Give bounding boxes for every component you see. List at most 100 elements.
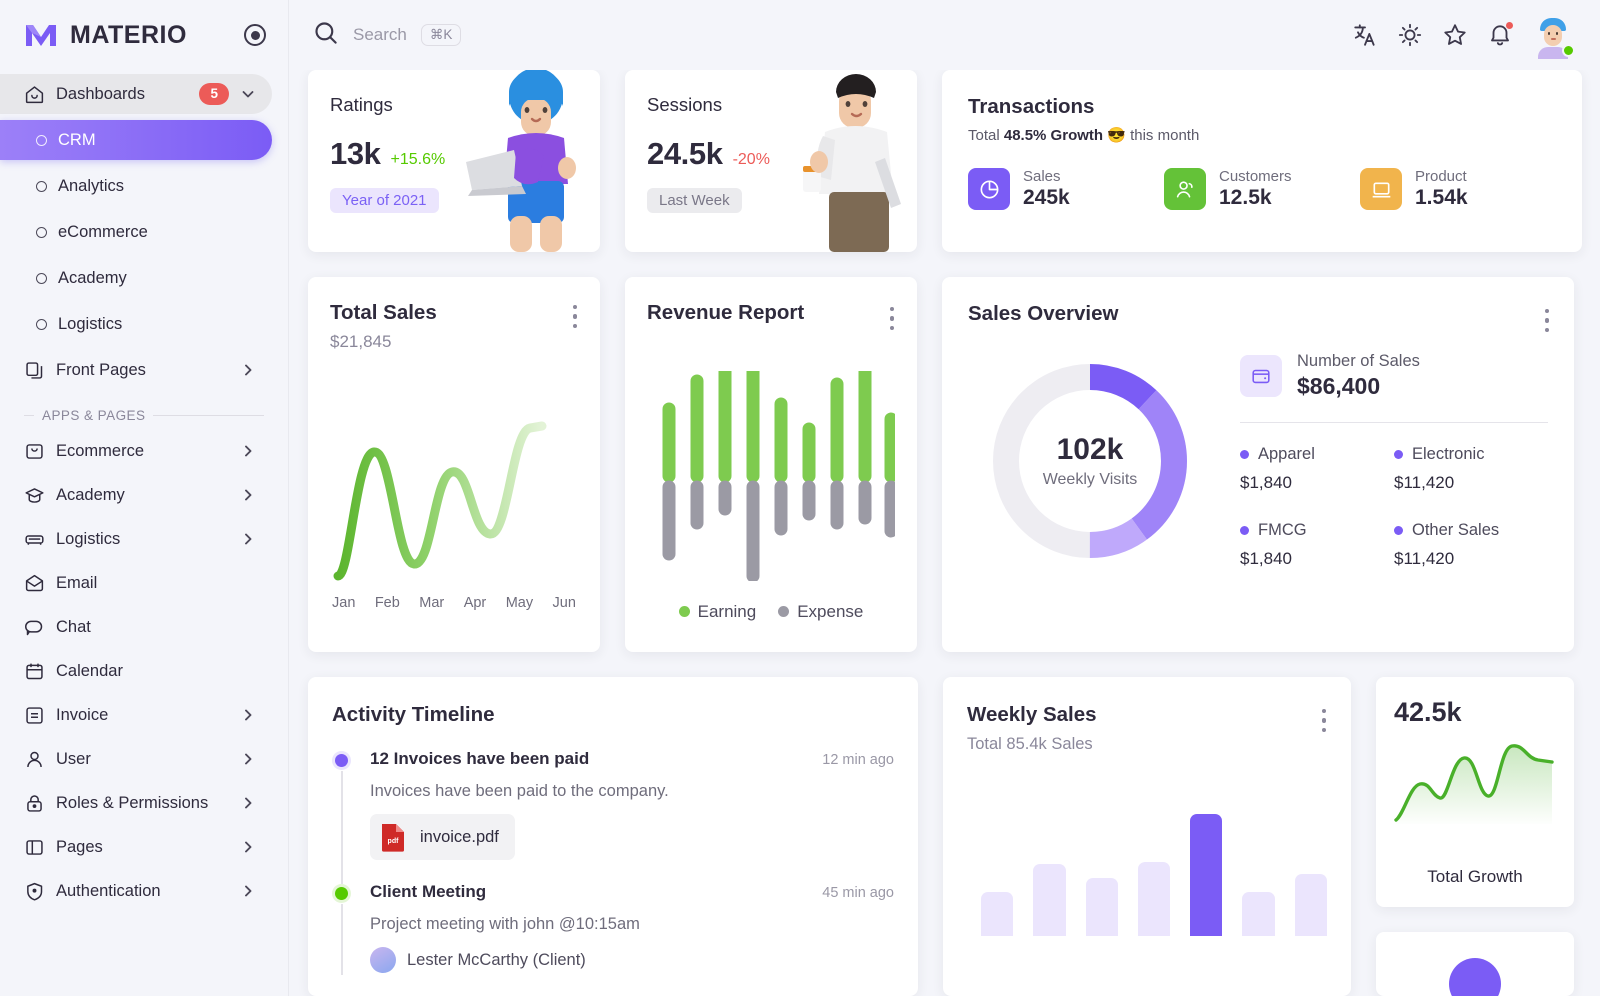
sidebar-item-invoice[interactable]: Invoice: [0, 695, 272, 735]
bullet-icon: [36, 318, 47, 330]
bullet-icon: [36, 272, 47, 284]
sidebar-item-label: Logistics: [56, 529, 121, 548]
user-icon: [24, 749, 45, 770]
chevron-down-icon[interactable]: [240, 86, 256, 102]
avatar[interactable]: [1532, 14, 1575, 59]
sidebar-item-user[interactable]: User: [0, 739, 272, 779]
more-vertical-icon[interactable]: [573, 305, 578, 333]
bar: [1294, 874, 1327, 936]
chevron-right-icon[interactable]: [240, 883, 256, 899]
transaction-label: Product: [1415, 168, 1467, 185]
sidebar-item-front-pages[interactable]: Front Pages: [0, 350, 272, 390]
dashboards-badge: 5: [199, 83, 229, 105]
number-of-sales-label: Number of Sales: [1297, 352, 1420, 370]
row-timeline-sales: Activity Timeline 12 Invoices have been …: [308, 677, 1574, 996]
chevron-right-icon[interactable]: [240, 443, 256, 459]
sidebar-item-academy-dash[interactable]: Academy: [0, 258, 272, 298]
breakdown-label-row: Apparel: [1240, 445, 1394, 464]
mail-icon: [24, 573, 45, 594]
sidebar-item-calendar[interactable]: Calendar: [0, 651, 272, 691]
revenue-report-bar-chart: [647, 342, 898, 586]
sidebar-item-logistics-dash[interactable]: Logistics: [0, 304, 272, 344]
bell-icon[interactable]: [1487, 21, 1514, 48]
legend-label: Earning: [697, 602, 757, 621]
sidebar-item-label: Authentication: [56, 881, 161, 900]
sessions-chip: Last Week: [647, 188, 742, 213]
sidebar-item-label: Academy: [56, 485, 125, 504]
sidebar-item-roles-permissions[interactable]: Roles & Permissions: [0, 783, 272, 823]
sidebar-item-crm[interactable]: CRM: [0, 120, 272, 160]
pin-sidebar-icon[interactable]: [244, 24, 266, 46]
sidebar-item-chat[interactable]: Chat: [0, 607, 272, 647]
sidebar-item-label: Front Pages: [56, 360, 146, 379]
attachment-name: invoice.pdf: [420, 827, 499, 846]
laptop-icon: [1360, 168, 1402, 210]
bar: [1085, 878, 1118, 936]
dashboard-content: Ratings 13k +15.6% Year of 2021 Sessions…: [288, 70, 1600, 996]
sessions-delta: -20%: [732, 151, 770, 168]
sidebar-item-email[interactable]: Email: [0, 563, 272, 603]
transactions-items: Sales 245k Customers 12.5k Product 1.54k: [968, 168, 1556, 210]
sidebar-item-analytics[interactable]: Analytics: [0, 166, 272, 206]
breakdown-item-apparel: Apparel $1,840: [1240, 445, 1394, 493]
sidebar-item-ecommerce-dash[interactable]: eCommerce: [0, 212, 272, 252]
sessions-card: Sessions 24.5k -20% Last Week: [625, 70, 917, 252]
lock-icon: [24, 793, 45, 814]
sidebar-item-pages[interactable]: Pages: [0, 827, 272, 867]
more-vertical-icon[interactable]: [1545, 309, 1550, 337]
search-input[interactable]: Search ⌘K: [312, 19, 1338, 51]
shield-icon: [24, 881, 45, 902]
bar-highlighted: [1190, 814, 1223, 936]
attachment-invoice-pdf[interactable]: pdf invoice.pdf: [370, 814, 515, 860]
sessions-value: 24.5k: [647, 136, 723, 171]
sessions-illustration: [781, 70, 911, 252]
sidebar-item-label: Chat: [56, 617, 91, 636]
breakdown-label: FMCG: [1258, 521, 1307, 539]
axis-tick: Apr: [463, 595, 487, 611]
chevron-right-icon[interactable]: [240, 795, 256, 811]
copy-icon: [24, 360, 45, 381]
sun-icon[interactable]: [1397, 22, 1423, 48]
transaction-label: Sales: [1023, 168, 1061, 185]
breakdown-value: $1,840: [1240, 549, 1292, 568]
chevron-right-icon[interactable]: [240, 362, 256, 378]
right-column: 42.5k Total Growth: [1376, 677, 1574, 996]
truck-icon: [24, 529, 45, 550]
more-vertical-icon[interactable]: [1322, 709, 1327, 737]
donut-center: 102k Weekly Visits: [984, 355, 1196, 567]
star-icon[interactable]: [1442, 22, 1468, 48]
transaction-item-customers: Customers 12.5k: [1164, 168, 1360, 210]
timeline-description: Project meeting with john @10:15am: [370, 915, 640, 933]
translate-icon[interactable]: [1352, 22, 1378, 48]
legend-item-earning: Earning: [678, 602, 757, 622]
topbar: Search ⌘K: [288, 0, 1600, 70]
total-sales-line-chart: [330, 388, 578, 593]
sidebar-item-label: Roles & Permissions: [56, 793, 209, 812]
sidebar-item-authentication[interactable]: Authentication: [0, 871, 272, 911]
chevron-right-icon[interactable]: [240, 839, 256, 855]
ratings-illustration: [464, 70, 594, 252]
bar: [1137, 862, 1171, 936]
sidebar-item-academy[interactable]: Academy: [0, 475, 272, 515]
timeline-time: 45 min ago: [822, 885, 894, 901]
more-vertical-icon[interactable]: [890, 307, 895, 335]
chevron-right-icon[interactable]: [240, 751, 256, 767]
axis-tick: May: [505, 595, 534, 611]
weekly-sales-bar-chart: [967, 806, 1327, 936]
chevron-right-icon[interactable]: [240, 707, 256, 723]
chevron-right-icon[interactable]: [240, 531, 256, 547]
section-label: APPS & PAGES: [42, 408, 146, 423]
sidebar-subitem-label: eCommerce: [58, 222, 148, 241]
sidebar-item-label: Email: [56, 573, 98, 592]
total-growth-value: 42.5k: [1394, 697, 1462, 727]
chevron-right-icon[interactable]: [240, 487, 256, 503]
axis-tick: Jun: [552, 595, 576, 611]
sidebar-item-ecommerce[interactable]: Ecommerce: [0, 431, 272, 471]
sidebar-item-logistics[interactable]: Logistics: [0, 519, 272, 559]
sidebar: MATERIO Dashboards 5 CRM Analytics eComm…: [0, 0, 288, 996]
breakdown-label: Apparel: [1258, 445, 1315, 463]
sidebar-item-dashboards[interactable]: Dashboards 5: [0, 74, 272, 114]
axis-tick: Jan: [332, 595, 356, 611]
wallet-icon: [1240, 355, 1282, 397]
bar: [981, 892, 1014, 936]
